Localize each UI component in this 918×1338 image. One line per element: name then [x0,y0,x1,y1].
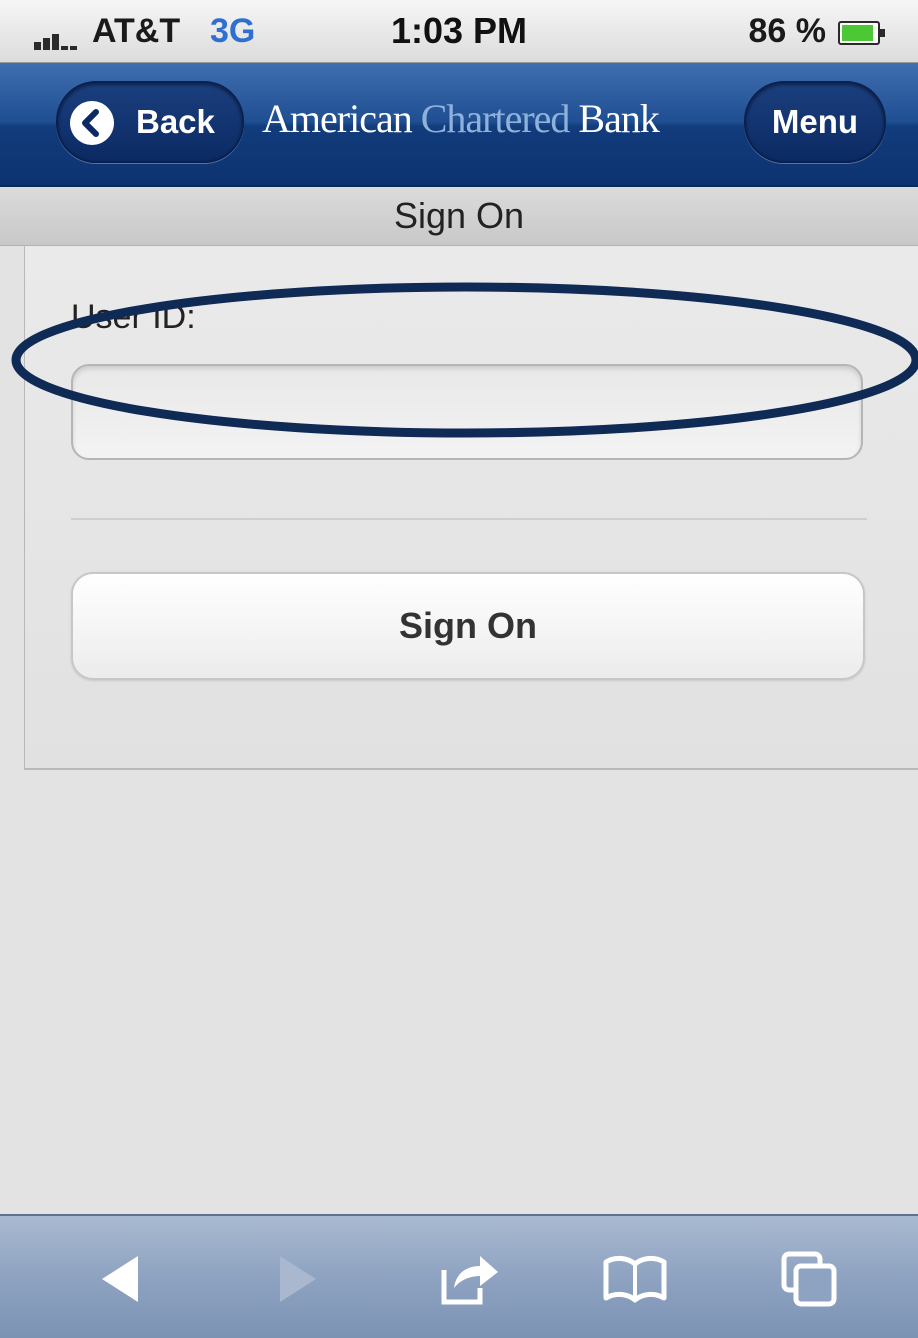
forward-arrow-icon[interactable] [262,1244,332,1314]
battery-percent: 86 % [748,12,827,50]
browser-toolbar [0,1214,918,1338]
sign-on-button[interactable]: Sign On [71,572,865,680]
userid-field[interactable] [71,364,863,460]
userid-label: User ID: [71,298,196,336]
brand-word-chartered: Chartered [420,96,579,141]
app-header: Back American Chartered Bank Menu [0,63,918,187]
back-arrow-icon[interactable] [88,1244,158,1314]
tabs-icon[interactable] [774,1244,844,1314]
brand-word-bank: Bank [578,96,659,141]
status-bar: AT&T 3G 1:03 PM 86 % [0,0,918,63]
battery-icon [838,21,885,45]
menu-button[interactable]: Menu [744,81,886,163]
bookmarks-icon[interactable] [600,1244,670,1314]
back-chevron-icon [70,101,114,145]
back-button[interactable]: Back [56,81,244,163]
back-button-label: Back [136,103,215,140]
page-title-bar: Sign On [0,187,918,246]
brand-logo: American Chartered Bank [262,95,682,142]
sign-on-form: User ID: Sign On [24,246,918,770]
share-icon[interactable] [436,1244,506,1314]
page-title: Sign On [393,195,525,236]
brand-word-american: American [262,96,421,141]
form-divider [71,518,867,520]
